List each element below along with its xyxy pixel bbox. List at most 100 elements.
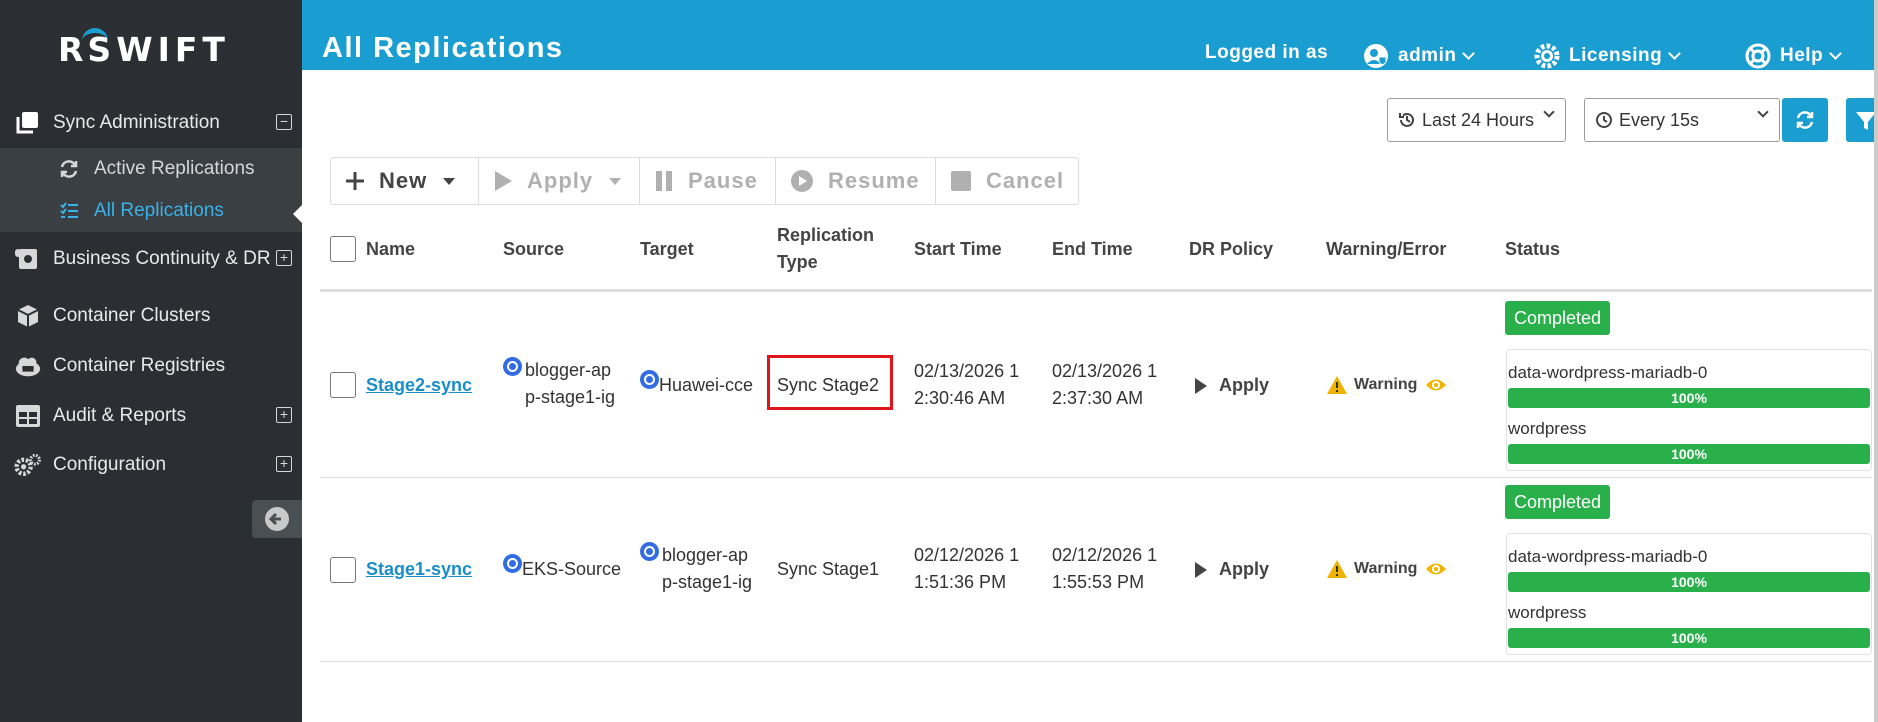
kubernetes-icon bbox=[640, 542, 659, 561]
expand-toggle-icon[interactable]: + bbox=[276, 250, 292, 266]
column-header-dr-policy[interactable]: DR Policy bbox=[1189, 236, 1273, 263]
volume-name: data-wordpress-mariadb-0 bbox=[1508, 547, 1708, 566]
eye-icon[interactable] bbox=[1425, 561, 1447, 577]
source-cell: EKS-Source bbox=[503, 554, 621, 583]
warning-icon bbox=[1326, 375, 1348, 395]
gears-icon bbox=[14, 451, 42, 479]
expand-toggle-icon[interactable]: + bbox=[276, 407, 292, 423]
column-header-replication-type[interactable]: Replication Type bbox=[777, 222, 874, 276]
page-title: All Replications bbox=[322, 32, 564, 64]
target-cell: Huawei-cce bbox=[640, 370, 753, 399]
end-time-cell: 02/13/2026 1 2:37:30 AM bbox=[1052, 361, 1158, 408]
column-header-end-time[interactable]: End Time bbox=[1052, 236, 1133, 263]
refresh-icon bbox=[1796, 111, 1814, 129]
user-menu[interactable]: admin bbox=[1362, 42, 1476, 70]
active-indicator bbox=[293, 205, 302, 223]
start-time-cell: 02/12/2026 1 1:51:36 PM bbox=[914, 545, 1020, 592]
history-icon bbox=[1398, 111, 1416, 129]
start-time-cell: 02/13/2026 1 2:30:46 AM bbox=[914, 361, 1020, 408]
eye-icon[interactable] bbox=[1425, 377, 1447, 393]
cancel-button[interactable]: Cancel bbox=[936, 158, 1078, 204]
replication-name-link[interactable]: Stage2-sync bbox=[366, 375, 472, 396]
column-header-source[interactable]: Source bbox=[503, 236, 564, 263]
stop-icon bbox=[950, 170, 972, 192]
copy-icon bbox=[14, 109, 42, 137]
progress-bar: 100% bbox=[1508, 628, 1870, 648]
row-checkbox[interactable] bbox=[330, 372, 356, 398]
time-range-select[interactable]: Last 24 Hours bbox=[1387, 98, 1566, 142]
resume-button[interactable]: Resume bbox=[776, 158, 936, 204]
kubernetes-icon bbox=[640, 370, 659, 389]
lifebuoy-icon bbox=[1744, 42, 1772, 70]
user-shield-icon bbox=[1362, 42, 1390, 70]
dr-policy-apply-button[interactable]: Apply bbox=[1195, 375, 1269, 396]
highlight-box bbox=[767, 355, 893, 410]
collapse-sidebar-button[interactable] bbox=[252, 500, 302, 538]
column-header-target[interactable]: Target bbox=[640, 236, 694, 263]
help-menu[interactable]: Help bbox=[1744, 42, 1843, 70]
progress-bar: 100% bbox=[1508, 572, 1870, 592]
list-icon bbox=[58, 201, 80, 221]
target-cell: blogger-ap p-stage1-ig bbox=[640, 542, 752, 596]
sidebar-item-container-clusters[interactable]: Container Clusters bbox=[0, 293, 302, 339]
row-divider bbox=[320, 477, 1872, 478]
apply-button[interactable]: Apply bbox=[479, 158, 640, 204]
sidebar-item-all-replications[interactable]: All Replications bbox=[0, 190, 302, 232]
sidebar-item-configuration[interactable]: Configuration + bbox=[0, 442, 302, 488]
licensing-menu[interactable]: Licensing bbox=[1533, 42, 1682, 70]
warning-icon bbox=[1326, 559, 1348, 579]
refresh-interval-select[interactable]: Every 15s bbox=[1584, 98, 1780, 142]
chevron-down-icon bbox=[609, 177, 622, 185]
play-icon bbox=[493, 170, 513, 192]
chevron-down-icon bbox=[443, 177, 456, 185]
status-badge: Completed bbox=[1505, 485, 1611, 519]
action-toolbar: New Apply Pause Resume Cancel bbox=[330, 157, 1079, 205]
refresh-button[interactable] bbox=[1782, 98, 1828, 142]
play-icon bbox=[1195, 561, 1207, 578]
kubernetes-icon bbox=[503, 554, 522, 573]
app-logo: R SWIFT bbox=[58, 28, 230, 69]
progress-bar: 100% bbox=[1508, 444, 1870, 464]
warning-indicator: Warning bbox=[1326, 375, 1447, 395]
sidebar-item-container-registries[interactable]: Container Registries bbox=[0, 343, 302, 389]
volume-name: wordpress bbox=[1508, 419, 1587, 438]
column-header-name[interactable]: Name bbox=[366, 236, 415, 263]
vertical-scrollbar[interactable] bbox=[1874, 0, 1878, 722]
collapse-toggle-icon[interactable]: − bbox=[276, 114, 292, 130]
plus-icon bbox=[345, 171, 365, 191]
replication-name-link[interactable]: Stage1-sync bbox=[366, 559, 472, 580]
sidebar-item-active-replications[interactable]: Active Replications bbox=[0, 148, 302, 190]
select-all-checkbox[interactable] bbox=[330, 236, 356, 262]
dr-policy-apply-button[interactable]: Apply bbox=[1195, 559, 1269, 580]
play-icon bbox=[1195, 377, 1207, 394]
table-header-divider bbox=[320, 289, 1872, 292]
sidebar-item-audit-reports[interactable]: Audit & Reports + bbox=[0, 393, 302, 439]
top-header: All Replications Logged in as admin Lice… bbox=[302, 0, 1878, 70]
source-cell: blogger-ap p-stage1-ig bbox=[503, 357, 615, 411]
volume-name: wordpress bbox=[1508, 603, 1587, 622]
column-header-start-time[interactable]: Start Time bbox=[914, 236, 1002, 263]
pause-button[interactable]: Pause bbox=[640, 158, 776, 204]
logged-in-label: Logged in as bbox=[1205, 42, 1329, 63]
expand-toggle-icon[interactable]: + bbox=[276, 456, 292, 472]
column-header-status[interactable]: Status bbox=[1505, 236, 1560, 263]
warning-indicator: Warning bbox=[1326, 559, 1447, 579]
replication-type-cell: Sync Stage1 bbox=[777, 559, 880, 579]
sidebar: R SWIFT Sync Administration − Active Repl… bbox=[0, 0, 302, 722]
cloud-icon bbox=[14, 352, 42, 380]
pause-icon bbox=[654, 170, 674, 192]
clock-icon bbox=[1595, 111, 1613, 129]
row-checkbox[interactable] bbox=[330, 557, 356, 583]
new-button[interactable]: New bbox=[331, 158, 479, 204]
end-time-cell: 02/12/2026 1 1:55:53 PM bbox=[1052, 545, 1158, 592]
scroll-icon bbox=[14, 245, 42, 273]
cube-icon bbox=[14, 302, 42, 330]
column-header-warning-error[interactable]: Warning/Error bbox=[1326, 236, 1446, 263]
play-circle-icon bbox=[790, 169, 814, 193]
row-divider bbox=[320, 661, 1872, 662]
sidebar-item-sync-administration[interactable]: Sync Administration − bbox=[0, 100, 302, 146]
table-icon bbox=[14, 402, 42, 430]
sidebar-item-business-continuity[interactable]: Business Continuity & DR + bbox=[0, 236, 302, 282]
refresh-icon bbox=[58, 158, 80, 180]
status-badge: Completed bbox=[1505, 301, 1611, 335]
